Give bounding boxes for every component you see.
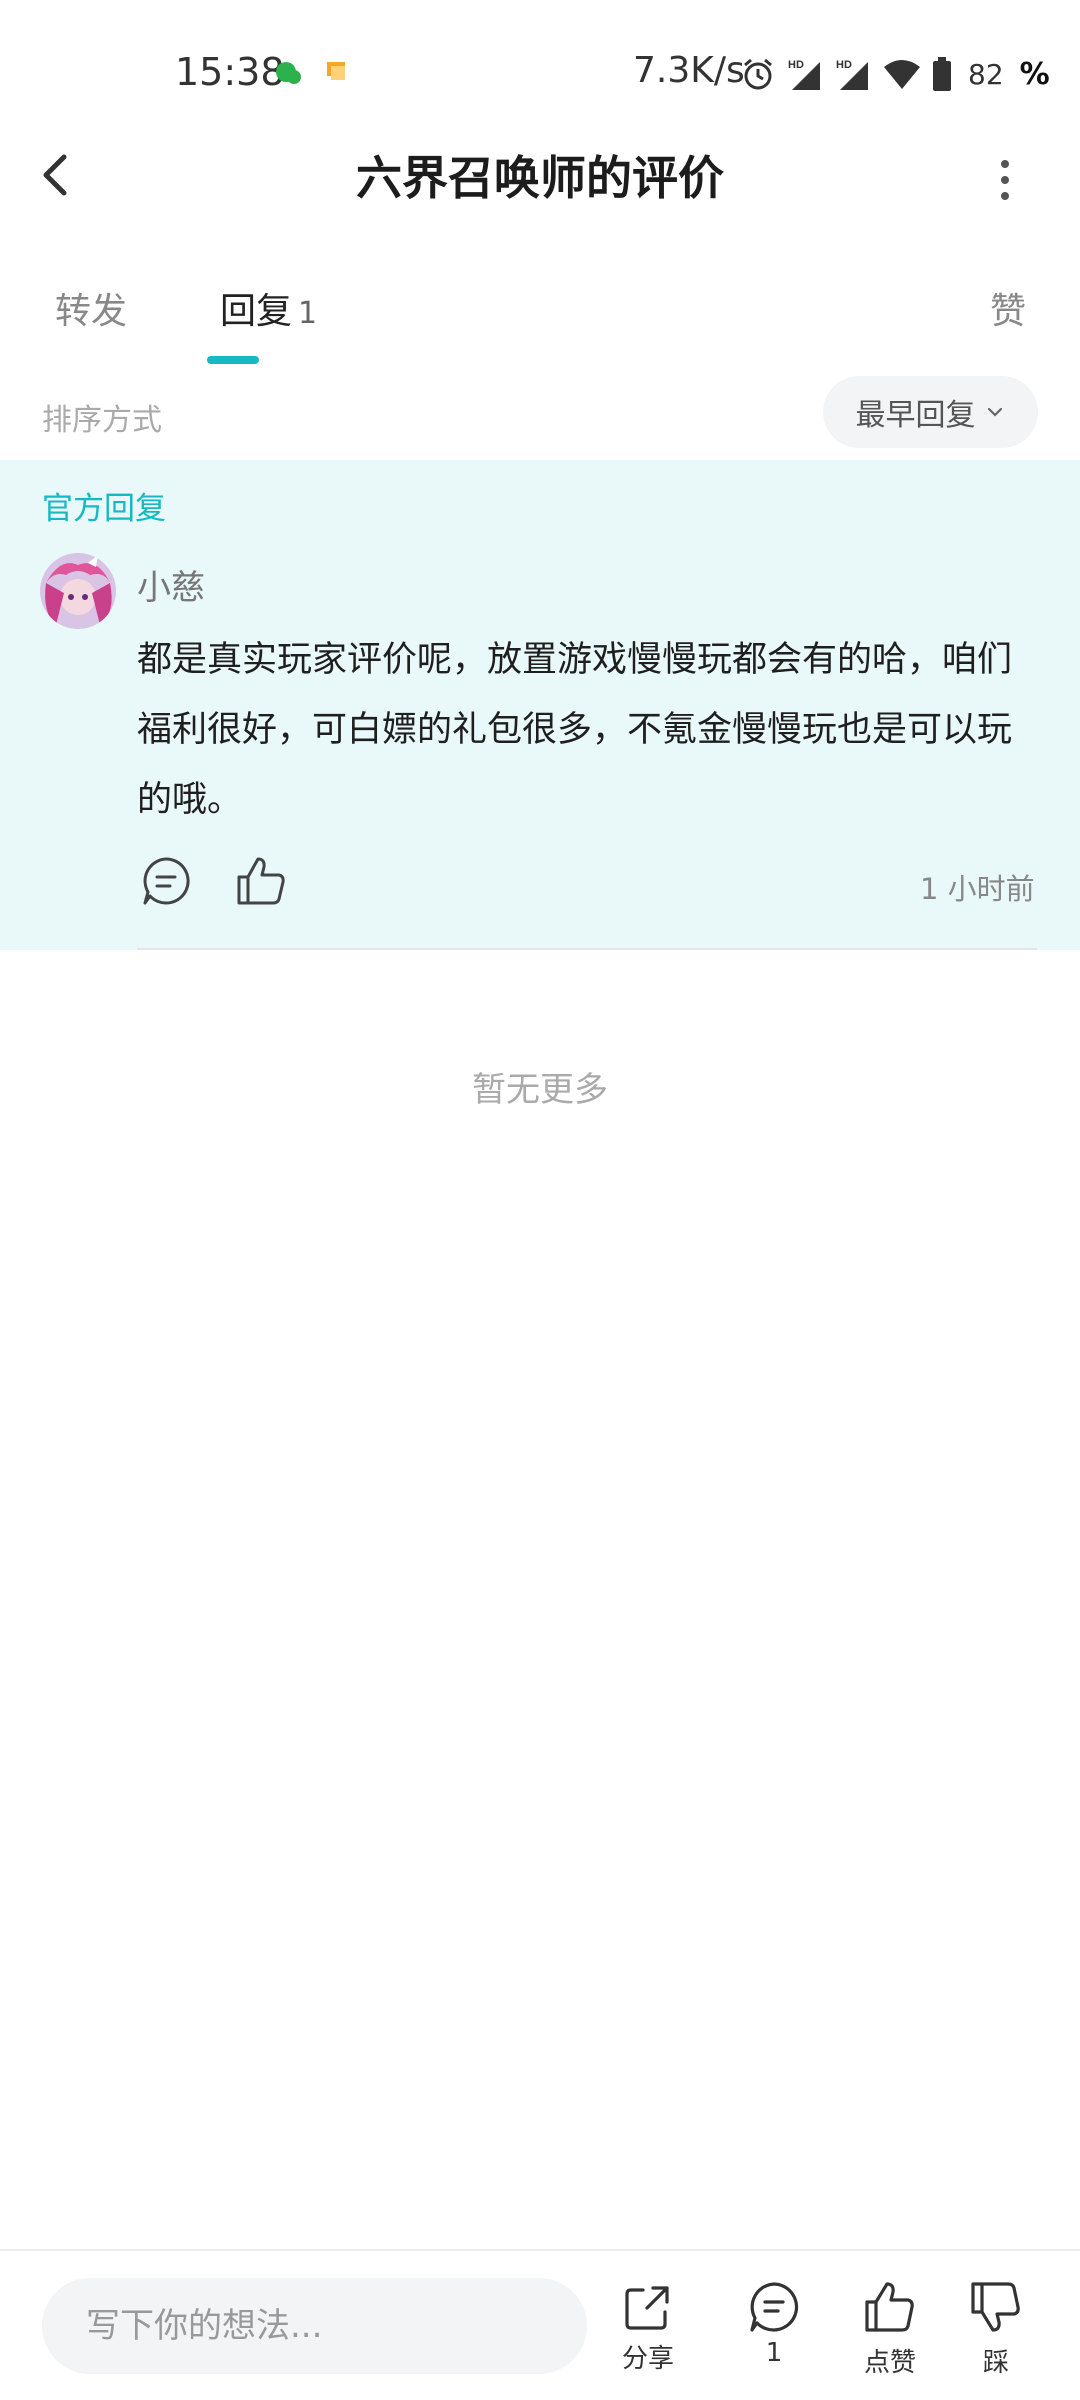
battery-percent-symbol: % bbox=[1019, 56, 1050, 92]
tab-forward[interactable]: 转发 bbox=[55, 282, 127, 334]
dislike-label: 踩 bbox=[982, 2348, 1009, 2378]
active-tab-indicator bbox=[207, 356, 259, 364]
wechat-notification-icon bbox=[276, 62, 301, 84]
battery-level: 82 bbox=[968, 57, 1004, 91]
reply-timestamp: 1 小时前 bbox=[920, 872, 1035, 906]
chevron-down-icon bbox=[987, 407, 1002, 417]
battery-icon bbox=[933, 57, 951, 91]
page-title: 六界召唤师的评价 bbox=[356, 151, 724, 205]
status-time: 15:38 bbox=[175, 50, 285, 94]
avatar[interactable] bbox=[40, 553, 116, 629]
author-name[interactable]: 小慈 bbox=[137, 560, 205, 609]
share-button[interactable]: 分享 bbox=[598, 2280, 698, 2375]
wifi-icon bbox=[884, 60, 920, 89]
sort-selected: 最早回复 bbox=[855, 398, 976, 433]
signal-hd-icon-1: HD bbox=[788, 59, 820, 90]
status-icons: HD HD 82 % bbox=[740, 54, 1050, 94]
tab-replies[interactable]: 回复 1 bbox=[220, 282, 317, 334]
list-end-text: 暂无更多 bbox=[472, 1070, 608, 1110]
tab-replies-label: 回复 bbox=[220, 291, 293, 332]
svg-text:HD: HD bbox=[836, 59, 852, 71]
sort-label: 排序方式 bbox=[42, 403, 162, 438]
bottom-bar-divider bbox=[0, 2249, 1080, 2251]
more-options-button[interactable] bbox=[990, 150, 1020, 210]
dislike-button[interactable]: 踩 bbox=[946, 2280, 1046, 2379]
comment-count: 1 bbox=[765, 2338, 783, 2368]
like-button[interactable]: 点赞 bbox=[840, 2280, 940, 2379]
comment-input[interactable]: 写下你的想法... bbox=[42, 2278, 587, 2374]
comment-count-button[interactable]: 1 bbox=[724, 2280, 824, 2368]
thumbs-up-icon bbox=[865, 2282, 914, 2332]
thumbs-down-icon bbox=[971, 2282, 1020, 2332]
reply-text: 都是真实玩家评价呢，放置游戏慢慢玩都会有的哈，咱们福利很好，可白嫖的礼包很多，不… bbox=[137, 640, 1013, 820]
svg-text:HD: HD bbox=[788, 59, 804, 71]
share-icon bbox=[625, 2286, 669, 2330]
share-label: 分享 bbox=[621, 2344, 674, 2374]
tab-likes[interactable]: 赞 bbox=[990, 282, 1026, 334]
comment-bubble-icon bbox=[750, 2282, 799, 2332]
signal-hd-icon-2: HD bbox=[836, 59, 868, 90]
official-reply-badge: 官方回复 bbox=[42, 491, 166, 527]
tab-replies-count: 1 bbox=[298, 296, 318, 331]
network-speed: 7.3K/s bbox=[633, 50, 745, 91]
like-label: 点赞 bbox=[863, 2348, 916, 2378]
alarm-icon bbox=[744, 58, 772, 90]
app-notification-icon bbox=[327, 62, 345, 80]
divider bbox=[137, 948, 1037, 950]
thumbs-up-icon[interactable] bbox=[235, 855, 287, 907]
comment-icon[interactable] bbox=[140, 855, 192, 907]
sort-dropdown[interactable]: 最早回复 bbox=[823, 376, 1038, 448]
